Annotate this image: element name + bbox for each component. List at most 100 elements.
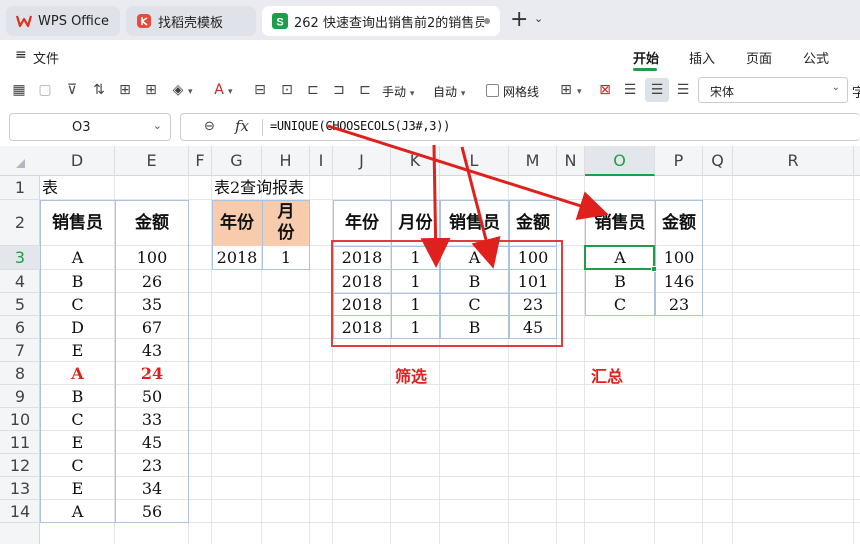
ribbon-tab-insert[interactable]: 插入 xyxy=(689,48,715,67)
row-header-5[interactable]: 5 xyxy=(0,293,40,316)
ribbon-tab-page[interactable]: 页面 xyxy=(746,48,772,67)
row-header-13[interactable]: 13 xyxy=(0,477,40,500)
query-table-title[interactable]: 表2查询报表 xyxy=(212,176,333,200)
gridlines-label: 网格线 xyxy=(503,85,540,99)
sort-icon[interactable]: ⇅ xyxy=(90,81,108,99)
wrap-auto-button[interactable]: 自动 ▾ xyxy=(433,83,465,100)
column-header-bar: DEFGHIJKLMNOPQR xyxy=(0,146,860,176)
fill-handle[interactable] xyxy=(651,266,657,272)
row-header-12[interactable]: 12 xyxy=(0,454,40,477)
svg-text:S: S xyxy=(276,17,283,29)
grid-vline xyxy=(853,176,854,544)
row-header-4[interactable]: 4 xyxy=(0,270,40,293)
column-header-p[interactable]: P xyxy=(655,146,703,176)
wps-logo-icon xyxy=(16,15,32,28)
fill-icon[interactable]: ⊞ xyxy=(116,81,134,99)
formula-bar: O3 ⌄ ⊖ fx =UNIQUE(CHOOSECOLS(J3#,3)) xyxy=(0,108,860,146)
column-header-q[interactable]: Q xyxy=(703,146,733,176)
ribbon-toolbar: ▦ ▢ ⊽ ⇅ ⊞ ⊞ ◈ ▾ A ▾ ⊟ ⊡ ⊏ ⊐ ⊏ 手动 ▾ 自动 ▾ … xyxy=(0,72,860,108)
tab-templates[interactable]: 找稻壳模板 xyxy=(126,6,256,36)
row-header-9[interactable]: 9 xyxy=(0,385,40,408)
docer-logo-icon xyxy=(137,14,151,28)
column-header-g[interactable]: G xyxy=(212,146,262,176)
zoom-icon[interactable]: ⊖ xyxy=(204,119,215,134)
merge-icon[interactable]: ⊟ xyxy=(251,81,269,99)
column-header-o[interactable]: O xyxy=(585,146,655,176)
column-header-d[interactable]: D xyxy=(40,146,115,176)
cell-grid[interactable]: 表销售员 金额 A 100 B 26 C 35 D 67 E 43 A 24 B 50 C 33 E 45 C 23 E 34… xyxy=(40,176,860,544)
fx-icon[interactable]: fx xyxy=(235,117,249,135)
tab-current-document[interactable]: S 262 快速查询出销售前2的销售员和 xyxy=(262,6,500,36)
column-header-n[interactable]: N xyxy=(557,146,585,176)
gridlines-checkbox[interactable] xyxy=(486,84,499,97)
row-height-icon[interactable]: ⊏ xyxy=(356,81,374,99)
column-header-k[interactable]: K xyxy=(391,146,440,176)
font-name-select[interactable]: 宋体 ⌄ xyxy=(698,77,848,103)
tab-label: 262 快速查询出销售前2的销售员和 xyxy=(294,15,484,31)
font-select-chevron-icon[interactable]: ⌄ xyxy=(832,82,840,93)
align-center-icon[interactable]: ☰ xyxy=(648,81,666,99)
tab-label: 找稻壳模板 xyxy=(158,15,224,31)
row-header-2[interactable]: 2 xyxy=(0,200,40,246)
file-menu[interactable]: 文件 xyxy=(33,48,59,67)
filter-highlight-box xyxy=(331,240,563,347)
row-header-11[interactable]: 11 xyxy=(0,431,40,454)
summary-table-border-col xyxy=(655,200,703,316)
formula-separator xyxy=(262,119,263,136)
filter-caption: 筛选 xyxy=(395,367,428,386)
spreadsheet-area: DEFGHIJKLMNOPQR 1 2 3 4 5 6 7 8 9 10 11 12 13 14 表销售员… xyxy=(0,146,860,544)
font-name-value: 宋体 xyxy=(710,85,735,99)
name-box-chevron-icon[interactable]: ⌄ xyxy=(153,119,162,132)
select-all-corner-icon[interactable] xyxy=(16,159,25,168)
format-number-icon[interactable]: ▦ xyxy=(10,81,28,99)
source-table-title[interactable]: 表 xyxy=(40,176,189,200)
ribbon-tab-home[interactable]: 开始 xyxy=(633,48,659,67)
font-color-icon[interactable]: A xyxy=(210,81,228,99)
summary-caption: 汇总 xyxy=(591,367,624,386)
align-left-icon[interactable]: ☰ xyxy=(621,81,639,99)
column-header-m[interactable]: M xyxy=(509,146,557,176)
tab-list-chevron-icon[interactable]: ⌄ xyxy=(534,12,543,25)
paste-icon[interactable]: ▢ xyxy=(36,81,54,99)
active-cell-o3[interactable] xyxy=(584,245,655,270)
table-style-icon[interactable]: ⊞ xyxy=(557,81,575,99)
font-size-partial[interactable]: 字 xyxy=(852,82,860,101)
column-header-h[interactable]: H xyxy=(262,146,310,176)
new-tab-plus-icon[interactable]: + xyxy=(510,9,528,31)
tab-wps-office[interactable]: WPS Office xyxy=(6,6,120,36)
font-color-chevron-icon[interactable]: ▾ xyxy=(228,83,233,97)
fill-color-icon[interactable]: ◈ xyxy=(169,81,187,99)
row-header-8[interactable]: 8 xyxy=(0,362,40,385)
column-header-i[interactable]: I xyxy=(310,146,333,176)
grid-vline xyxy=(732,176,733,544)
column-header-f[interactable]: F xyxy=(189,146,212,176)
table-style-chevron-icon[interactable]: ▾ xyxy=(577,83,582,97)
indent-icon[interactable]: ⊐ xyxy=(330,81,348,99)
align-right-icon[interactable]: ☰ xyxy=(674,81,692,99)
clear-format-icon[interactable]: ⊠ xyxy=(596,81,614,99)
title-tab-bar: WPS Office 找稻壳模板 S 262 快速查询出销售前2的销售员和 + … xyxy=(0,0,860,40)
fill-color-chevron-icon[interactable]: ▾ xyxy=(188,83,193,97)
wrap-manual-button[interactable]: 手动 ▾ xyxy=(382,83,414,100)
column-header-l[interactable]: L xyxy=(440,146,509,176)
row-header-bar: 1 2 3 4 5 6 7 8 9 10 11 12 13 14 xyxy=(0,176,40,544)
row-header-14[interactable]: 14 xyxy=(0,500,40,523)
menu-hamburger-icon[interactable]: ≡ xyxy=(15,47,27,63)
wrap-icon[interactable]: ⊡ xyxy=(278,81,296,99)
row-header-3[interactable]: 3 xyxy=(0,246,40,270)
unsaved-dot-icon[interactable] xyxy=(484,18,490,24)
ribbon-tab-formula[interactable]: 公式 xyxy=(803,48,829,67)
formula-text[interactable]: =UNIQUE(CHOOSECOLS(J3#,3)) xyxy=(270,119,450,133)
name-box[interactable]: O3 ⌄ xyxy=(9,113,171,141)
formula-input-area[interactable]: ⊖ fx =UNIQUE(CHOOSECOLS(J3#,3)) xyxy=(180,113,860,141)
rotate-icon[interactable]: ⊏ xyxy=(304,81,322,99)
row-header-1[interactable]: 1 xyxy=(0,176,40,200)
filter-icon[interactable]: ⊽ xyxy=(63,81,81,99)
column-header-r[interactable]: R xyxy=(733,146,854,176)
row-header-10[interactable]: 10 xyxy=(0,408,40,431)
row-header-7[interactable]: 7 xyxy=(0,339,40,362)
row-header-6[interactable]: 6 xyxy=(0,316,40,339)
column-header-j[interactable]: J xyxy=(333,146,391,176)
column-header-e[interactable]: E xyxy=(115,146,189,176)
borders-icon[interactable]: ⊞ xyxy=(142,81,160,99)
